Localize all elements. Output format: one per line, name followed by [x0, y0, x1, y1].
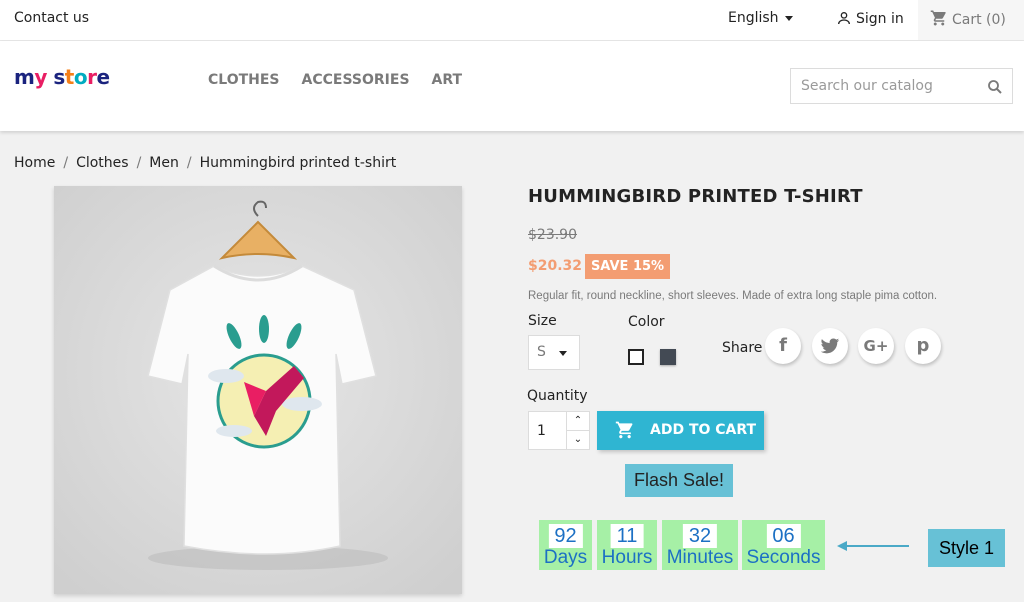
store-logo[interactable]: my store	[14, 65, 110, 89]
top-bar: Contact us English Sign in Cart (0)	[0, 0, 1024, 41]
user-icon	[838, 12, 850, 25]
add-to-cart-label: ADD TO CART	[650, 422, 757, 438]
countdown-unit: Seconds	[746, 547, 821, 568]
countdown-seconds: 06 Seconds	[742, 520, 825, 570]
contact-us-link[interactable]: Contact us	[14, 10, 89, 26]
color-swatch-dark[interactable]	[660, 349, 676, 365]
countdown-unit: Minutes	[666, 547, 734, 568]
style-label: Style 1	[928, 529, 1005, 567]
google-plus-icon[interactable]: G+	[858, 328, 894, 364]
quantity-stepper: 1 ⌃ ⌄	[528, 411, 590, 450]
cart-icon	[930, 10, 946, 26]
nav-item-art[interactable]: ART	[432, 72, 463, 88]
language-selector[interactable]: English	[728, 10, 793, 26]
breadcrumb-home[interactable]: Home	[14, 155, 55, 171]
sign-in-label: Sign in	[856, 11, 904, 27]
facebook-icon[interactable]: f	[765, 328, 801, 364]
countdown-value: 06	[766, 524, 801, 548]
current-price: $20.32	[528, 258, 583, 274]
quantity-input[interactable]: 1	[537, 423, 546, 439]
language-label: English	[728, 10, 779, 26]
twitter-icon[interactable]	[812, 328, 848, 364]
cart-label: Cart (0)	[952, 12, 1006, 28]
cart-button[interactable]: Cart (0)	[918, 0, 1024, 40]
countdown-minutes: 32 Minutes	[662, 520, 738, 570]
breadcrumb-clothes[interactable]: Clothes	[76, 155, 129, 171]
chevron-down-icon	[559, 351, 567, 356]
size-select[interactable]: S	[528, 335, 580, 370]
chevron-down-icon[interactable]: ⌄	[567, 431, 589, 449]
product-description: Regular fit, round neckline, short sleev…	[528, 290, 938, 302]
color-label: Color	[628, 314, 665, 330]
nav-item-accessories[interactable]: ACCESSORIES	[302, 72, 410, 88]
size-value: S	[537, 344, 546, 360]
nav-item-clothes[interactable]: CLOTHES	[208, 72, 280, 88]
breadcrumb-men[interactable]: Men	[149, 155, 179, 171]
countdown-unit: Hours	[601, 547, 653, 568]
flash-sale-label: Flash Sale!	[625, 464, 733, 497]
countdown-value: 11	[610, 524, 644, 548]
site-header: my store CLOTHES ACCESSORIES ART	[0, 41, 1024, 131]
chevron-down-icon	[784, 15, 793, 21]
share-label: Share	[722, 340, 763, 356]
breadcrumb-current: Hummingbird printed t-shirt	[199, 155, 397, 171]
countdown-value: 92	[548, 524, 583, 548]
countdown-days: 92 Days	[539, 520, 592, 570]
search-input[interactable]	[799, 77, 983, 95]
sign-in-link[interactable]: Sign in	[836, 10, 904, 27]
search-icon[interactable]	[986, 78, 1004, 100]
countdown-unit: Days	[543, 547, 588, 568]
breadcrumb: Home / Clothes / Men / Hummingbird printed t-s…	[14, 155, 397, 171]
add-to-cart-button[interactable]: ADD TO CART	[597, 411, 764, 450]
product-image[interactable]	[54, 186, 462, 594]
color-swatch-white[interactable]	[628, 349, 644, 365]
size-label: Size	[528, 313, 557, 329]
main-nav: CLOTHES ACCESSORIES ART	[208, 72, 484, 88]
quantity-label: Quantity	[527, 388, 588, 404]
countdown-hours: 11 Hours	[597, 520, 657, 570]
product-title: HUMMINGBIRD PRINTED T-SHIRT	[528, 186, 863, 207]
chevron-up-icon[interactable]: ⌃	[567, 412, 589, 431]
discount-badge: SAVE 15%	[585, 254, 670, 279]
search-box	[790, 68, 1013, 104]
arrow-left-icon	[837, 541, 909, 551]
regular-price: $23.90	[528, 227, 577, 243]
pinterest-icon[interactable]: p	[905, 328, 941, 364]
cart-icon	[615, 421, 633, 439]
countdown-value: 32	[682, 524, 718, 548]
